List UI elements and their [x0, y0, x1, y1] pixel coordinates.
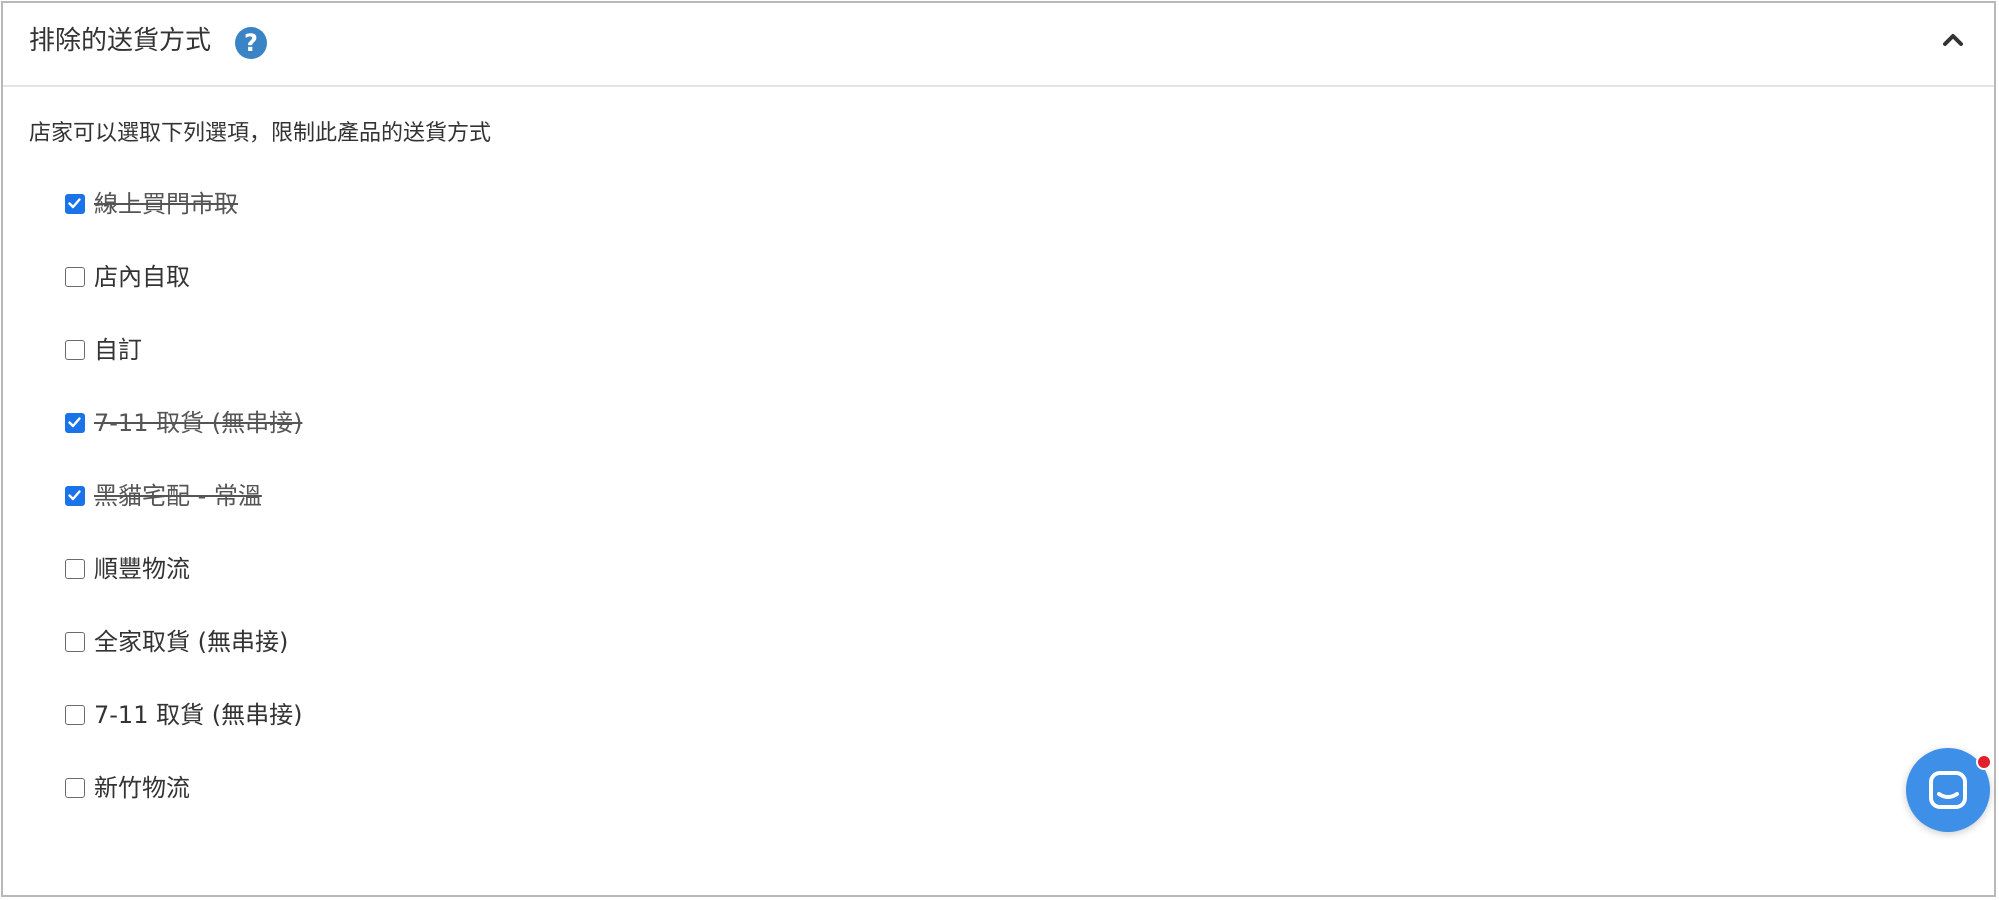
checkbox-unchecked[interactable]	[65, 267, 85, 287]
shipping-option-label: 順豐物流	[94, 555, 190, 583]
checkbox-checked[interactable]	[65, 413, 85, 433]
checkbox-unchecked[interactable]	[65, 778, 85, 798]
shipping-option-label: 黑貓宅配 - 常溫	[94, 482, 262, 510]
chevron-up-icon[interactable]	[1938, 25, 1968, 55]
checkbox-checked[interactable]	[65, 194, 85, 214]
shipping-option-label: 自訂	[94, 336, 142, 364]
panel-title: 排除的送貨方式	[29, 26, 212, 56]
question-circle-icon[interactable]: ?	[235, 27, 267, 59]
checkbox-checked[interactable]	[65, 486, 85, 506]
excluded-shipping-panel: 排除的送貨方式 ? 店家可以選取下列選項，限制此產品的送貨方式 線上買門市取 店…	[1, 1, 1996, 897]
notification-dot	[1976, 754, 1992, 770]
shipping-option-label: 全家取貨 (無串接)	[94, 628, 289, 656]
checkbox-unchecked[interactable]	[65, 705, 85, 725]
shipping-option-label: 店內自取	[94, 263, 190, 291]
checkbox-unchecked[interactable]	[65, 559, 85, 579]
checkbox-unchecked[interactable]	[65, 340, 85, 360]
panel-header[interactable]: 排除的送貨方式 ?	[3, 3, 1994, 87]
chat-bubble-icon	[1929, 771, 1967, 809]
shipping-option-label: 線上買門市取	[94, 190, 238, 218]
checkbox-unchecked[interactable]	[65, 632, 85, 652]
shipping-option-label: 7-11 取貨 (無串接)	[94, 409, 303, 437]
panel-description: 店家可以選取下列選項，限制此產品的送貨方式	[29, 121, 492, 146]
shipping-option-label: 新竹物流	[94, 774, 190, 802]
shipping-option-label: 7-11 取貨 (無串接)	[94, 701, 303, 729]
